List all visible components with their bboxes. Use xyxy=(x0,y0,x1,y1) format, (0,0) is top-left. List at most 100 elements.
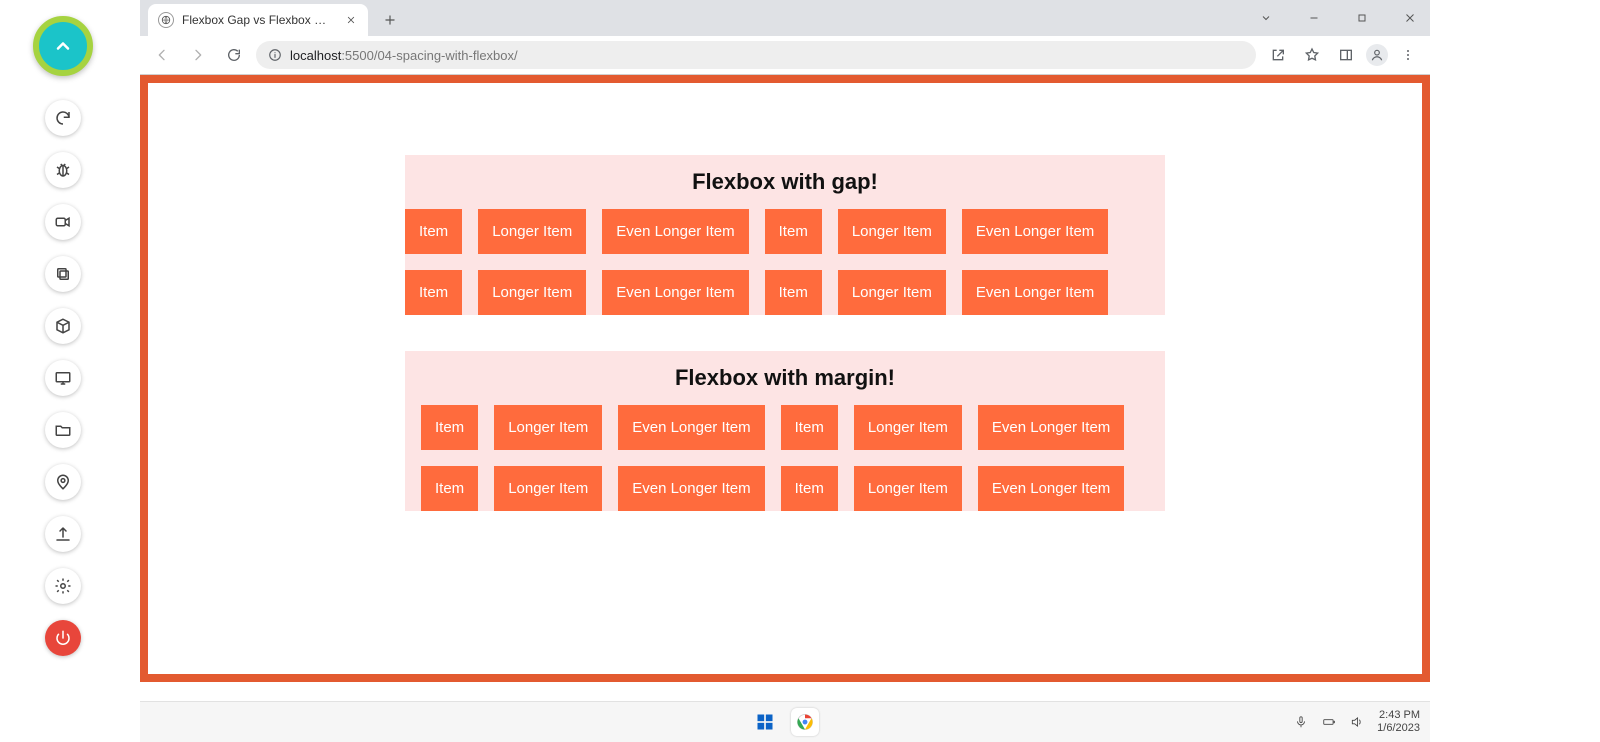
maximize-icon xyxy=(1356,12,1368,24)
close-window-button[interactable] xyxy=(1396,4,1424,32)
settings-button[interactable] xyxy=(45,568,81,604)
toolbar-collapse-button[interactable] xyxy=(33,16,93,76)
tab-title: Flexbox Gap vs Flexbox Margin L... xyxy=(182,13,336,27)
tab-close-button[interactable] xyxy=(344,13,358,27)
flex-item: Item xyxy=(405,270,462,315)
video-button[interactable] xyxy=(45,204,81,240)
menu-button[interactable] xyxy=(1394,41,1422,69)
globe-icon xyxy=(158,12,174,28)
browser-tab[interactable]: Flexbox Gap vs Flexbox Margin L... xyxy=(148,4,368,36)
settings-icon xyxy=(54,577,72,595)
start-button[interactable] xyxy=(751,708,779,736)
copy-icon xyxy=(54,265,72,283)
minimize-button[interactable] xyxy=(1300,4,1328,32)
arrow-right-icon xyxy=(190,47,206,63)
gap-container: Item Longer Item Even Longer Item Item Longe… xyxy=(405,209,1165,315)
battery-icon xyxy=(1322,715,1336,729)
url-text: localhost:5500/04-spacing-with-flexbox/ xyxy=(290,48,518,63)
tab-search-button[interactable] xyxy=(1252,4,1280,32)
upload-button[interactable] xyxy=(45,516,81,552)
flex-item: Item xyxy=(421,405,478,450)
reload-button[interactable] xyxy=(220,41,248,69)
floating-toolbar xyxy=(33,16,93,656)
address-bar[interactable]: localhost:5500/04-spacing-with-flexbox/ xyxy=(256,41,1256,69)
forward-button[interactable] xyxy=(184,41,212,69)
bug-icon xyxy=(54,161,72,179)
flex-item: Item xyxy=(405,209,462,254)
page-viewport: Flexbox with gap! ItemLonger ItemEven Lo… xyxy=(140,75,1430,682)
arrow-left-icon xyxy=(154,47,170,63)
clock[interactable]: 2:43 PM 1/6/2023 xyxy=(1377,709,1420,735)
refresh-icon xyxy=(54,109,72,127)
side-panel-button[interactable] xyxy=(1332,41,1360,69)
volume-tray-button[interactable] xyxy=(1349,714,1365,730)
volume-icon xyxy=(1350,715,1364,729)
refresh-button[interactable] xyxy=(45,100,81,136)
monitor-button[interactable] xyxy=(45,360,81,396)
mic-icon xyxy=(1294,715,1308,729)
back-button[interactable] xyxy=(148,41,176,69)
flex-item: Longer Item xyxy=(494,466,602,511)
flex-item: Even Longer Item xyxy=(962,209,1108,254)
box-icon xyxy=(54,317,72,335)
folder-icon xyxy=(54,421,72,439)
flex-item: Item xyxy=(781,405,838,450)
windows-icon xyxy=(755,712,775,732)
chrome-icon xyxy=(796,713,814,731)
flex-item: Longer Item xyxy=(838,270,946,315)
flex-item: Even Longer Item xyxy=(602,270,748,315)
browser-toolbar: localhost:5500/04-spacing-with-flexbox/ xyxy=(140,36,1430,75)
battery-tray-button[interactable] xyxy=(1321,714,1337,730)
window-controls xyxy=(1252,0,1424,36)
flex-item: Even Longer Item xyxy=(618,405,764,450)
browser-window: Flexbox Gap vs Flexbox Margin L... local… xyxy=(140,0,1430,682)
folder-button[interactable] xyxy=(45,412,81,448)
copy-button[interactable] xyxy=(45,256,81,292)
minimize-icon xyxy=(1308,12,1320,24)
star-icon xyxy=(1304,47,1320,63)
site-info-button[interactable] xyxy=(268,48,282,62)
new-tab-button[interactable] xyxy=(376,6,404,34)
flex-item: Item xyxy=(765,270,822,315)
maximize-button[interactable] xyxy=(1348,4,1376,32)
panel-icon xyxy=(1338,47,1354,63)
location-icon xyxy=(54,473,72,491)
power-icon xyxy=(54,629,72,647)
plus-icon xyxy=(383,13,397,27)
video-icon xyxy=(54,213,72,231)
flex-item: Longer Item xyxy=(478,270,586,315)
share-icon xyxy=(1270,47,1286,63)
upload-icon xyxy=(54,525,72,543)
flex-item: Even Longer Item xyxy=(962,270,1108,315)
user-icon xyxy=(1370,48,1384,62)
share-button[interactable] xyxy=(1264,41,1292,69)
box-button[interactable] xyxy=(45,308,81,344)
flexbox-margin-section: Flexbox with margin! ItemLonger ItemEven… xyxy=(405,351,1165,511)
flexbox-gap-section: Flexbox with gap! ItemLonger ItemEven Lo… xyxy=(405,155,1165,315)
system-tray: 2:43 PM 1/6/2023 xyxy=(1293,702,1420,742)
date-text: 1/6/2023 xyxy=(1377,722,1420,735)
margin-container: Item Longer Item Even Longer Item Item Longe… xyxy=(397,397,1173,519)
flex-item: Even Longer Item xyxy=(618,466,764,511)
profile-button[interactable] xyxy=(1366,44,1388,66)
power-button[interactable] xyxy=(45,620,81,656)
time-text: 2:43 PM xyxy=(1379,709,1420,722)
mic-tray-button[interactable] xyxy=(1293,714,1309,730)
reload-icon xyxy=(226,47,242,63)
flex-item: Even Longer Item xyxy=(602,209,748,254)
bookmark-button[interactable] xyxy=(1298,41,1326,69)
flex-item: Longer Item xyxy=(478,209,586,254)
chevron-up-icon xyxy=(53,36,73,56)
close-icon xyxy=(346,15,356,25)
location-button[interactable] xyxy=(45,464,81,500)
kebab-icon xyxy=(1400,47,1416,63)
chrome-taskbar-button[interactable] xyxy=(791,708,819,736)
flex-item: Longer Item xyxy=(838,209,946,254)
close-icon xyxy=(1404,12,1416,24)
page-content: Flexbox with gap! ItemLonger ItemEven Lo… xyxy=(405,155,1165,674)
bug-button[interactable] xyxy=(45,152,81,188)
flex-item: Even Longer Item xyxy=(978,466,1124,511)
flex-item: Longer Item xyxy=(494,405,602,450)
chevron-down-icon xyxy=(1260,12,1272,24)
flex-item: Item xyxy=(781,466,838,511)
